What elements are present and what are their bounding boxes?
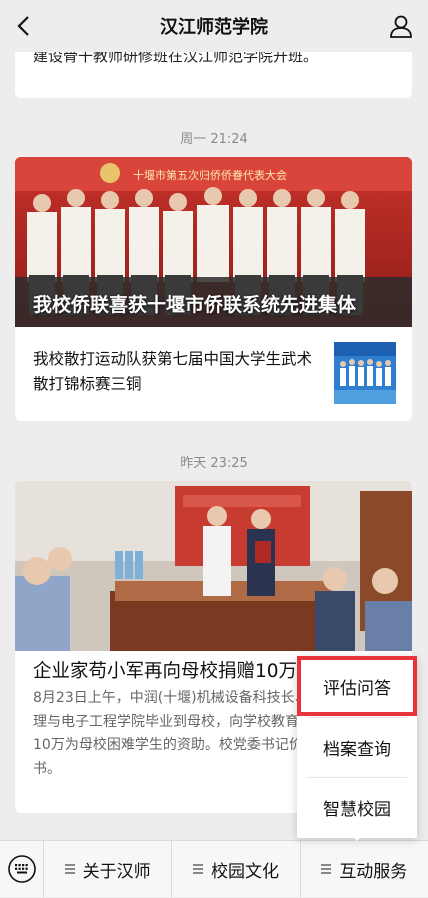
menu-icon bbox=[321, 862, 332, 877]
hero-article[interactable]: 十堰市第五次归侨侨眷代表大会 我校侨联喜获十堰市侨联系统先进集体 bbox=[15, 157, 412, 327]
timestamp: 周一 21:24 bbox=[180, 132, 248, 147]
article-group-card: 十堰市第五次归侨侨眷代表大会 我校侨联喜获十堰市侨联系统先进集体 我校散打运动队… bbox=[15, 157, 412, 421]
sub-article-title: 我校散打运动队获第七届中国大学生武术散打锦标赛三铜 bbox=[33, 350, 313, 393]
profile-icon[interactable] bbox=[388, 13, 414, 39]
menu-label: 关于汉师 bbox=[82, 861, 151, 882]
keyboard-icon[interactable] bbox=[0, 840, 44, 898]
sub-article-item[interactable]: 我校散打运动队获第七届中国大学生武术散打锦标赛三铜 bbox=[15, 327, 412, 421]
menu-about-hanshi[interactable]: 关于汉师 bbox=[44, 840, 173, 898]
menu-interactive-services[interactable]: 互动服务 bbox=[301, 841, 428, 898]
page-title: 汉江师范学院 bbox=[160, 17, 268, 38]
article-title: 企业家苟小军再向母校捐赠10万 bbox=[33, 661, 298, 682]
submenu-item-assessment-qa[interactable]: 评估问答 bbox=[297, 656, 417, 716]
bottom-menu-bar: 关于汉师 校园文化 互动服务 bbox=[0, 840, 428, 898]
timestamp: 昨天 23:25 bbox=[180, 456, 248, 471]
submenu-item-archive-query[interactable]: 档案查询 bbox=[297, 717, 417, 777]
hero-caption: 我校侨联喜获十堰市侨联系统先进集体 bbox=[33, 294, 357, 316]
navigation-bar: 汉江师范学院 bbox=[0, 0, 428, 52]
submenu-item-smart-campus[interactable]: 智慧校园 bbox=[297, 777, 417, 837]
menu-label: 校园文化 bbox=[210, 861, 279, 882]
popup-caret bbox=[350, 834, 364, 841]
article-image bbox=[15, 481, 412, 651]
banner-text: 十堰市第五次归侨侨眷代表大会 bbox=[133, 168, 287, 182]
back-icon[interactable] bbox=[8, 10, 38, 42]
sub-article-thumbnail bbox=[334, 342, 396, 404]
menu-campus-culture[interactable]: 校园文化 bbox=[172, 840, 301, 898]
menu-icon bbox=[192, 862, 203, 877]
menu-label: 互动服务 bbox=[339, 861, 408, 882]
menu-icon bbox=[64, 862, 75, 877]
submenu-popup: 评估问答 档案查询 智慧校园 bbox=[297, 656, 417, 838]
